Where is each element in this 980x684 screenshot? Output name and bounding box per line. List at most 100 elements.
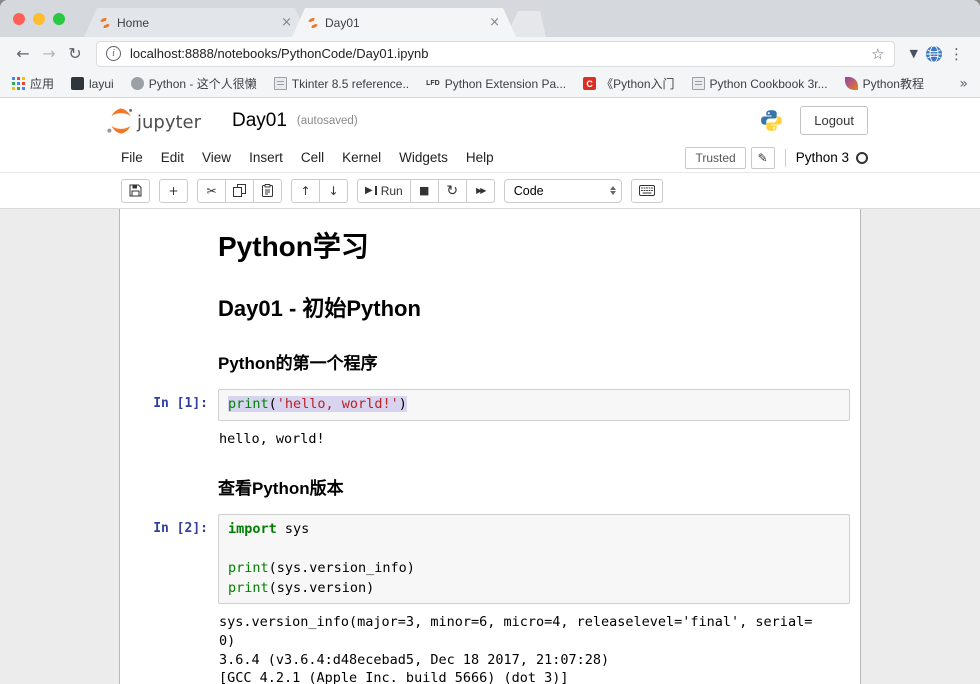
address-bar[interactable]: i localhost:8888/notebooks/PythonCode/Da…: [96, 41, 895, 67]
tab-title: Home: [117, 16, 274, 30]
input-prompt: In [1]:: [120, 389, 218, 453]
tab-title: Day01: [325, 16, 482, 30]
chrome-menu-button[interactable]: ⋮: [949, 45, 964, 63]
bookmark-python-intro[interactable]: C 《Python入门: [583, 75, 674, 92]
bookmark-apps[interactable]: 应用: [12, 75, 54, 92]
bookmark-python-tutorial[interactable]: Python教程: [845, 75, 924, 92]
keyboard-icon: [639, 185, 655, 196]
feather-favicon: [845, 77, 858, 90]
browser-window: Home × Day01 × ← → ↻ i localhost:8888/no…: [0, 0, 980, 684]
empty-prompt: [120, 279, 218, 333]
markdown-cell-version[interactable]: 查看Python版本: [120, 458, 860, 509]
arrow-up-icon: ↑: [300, 184, 310, 198]
move-cell-down-button[interactable]: ↓: [319, 179, 348, 203]
bookmark-cookbook[interactable]: Python Cookbook 3r...: [692, 77, 828, 91]
kernel-name: Python 3: [796, 150, 849, 165]
cut-cell-button[interactable]: ✂: [197, 179, 226, 203]
cell-output: hello, world!: [218, 421, 850, 454]
bookmarks-overflow-icon[interactable]: »: [959, 76, 968, 92]
menu-widgets[interactable]: Widgets: [390, 150, 457, 165]
code-input[interactable]: import sys print(sys.version_info)print(…: [218, 514, 850, 604]
jupyter-toolbar: + ✂ ↑ ↓ ▶ Run: [0, 173, 980, 209]
bookmark-label: layui: [89, 77, 114, 91]
add-cell-button[interactable]: +: [159, 179, 188, 203]
menu-insert[interactable]: Insert: [240, 150, 292, 165]
bookmark-label: Python Cookbook 3r...: [710, 77, 828, 91]
code-cell-2[interactable]: In [2]: import sys print(sys.version_inf…: [120, 509, 860, 684]
kernel-idle-icon: [856, 152, 868, 164]
interrupt-kernel-button[interactable]: ■: [410, 179, 439, 203]
book-favicon: [692, 77, 705, 90]
menu-view[interactable]: View: [193, 150, 240, 165]
menu-kernel[interactable]: Kernel: [333, 150, 390, 165]
cell-type-value: Code: [514, 184, 544, 198]
reload-button[interactable]: ↻: [62, 41, 88, 67]
bookmark-label: Python - 这个人很懒: [149, 75, 257, 92]
bookmark-tkinter[interactable]: Tkinter 8.5 reference..: [274, 77, 409, 91]
globe-extension-icon[interactable]: [925, 45, 943, 63]
notebook-heading-3: Python的第一个程序: [218, 349, 850, 374]
tab-close-icon[interactable]: ×: [489, 16, 500, 29]
menu-edit[interactable]: Edit: [152, 150, 193, 165]
restart-run-all-button[interactable]: ▶▶: [466, 179, 495, 203]
back-button[interactable]: ←: [10, 41, 36, 67]
notebook-scroll-area[interactable]: Python学习 Day01 - 初始Python Python的第一个程序 I…: [0, 209, 980, 684]
bookmark-label: Python教程: [863, 75, 924, 92]
traffic-light-close[interactable]: [13, 13, 25, 25]
browser-tab-home[interactable]: Home ×: [84, 8, 308, 37]
fast-forward-icon: ▶▶: [476, 186, 484, 195]
notebook-title[interactable]: Day01: [232, 110, 287, 132]
edit-mode-pencil-icon: ✎: [751, 147, 775, 169]
restart-kernel-button[interactable]: ↻: [438, 179, 467, 203]
save-icon: [129, 184, 142, 197]
copy-cell-button[interactable]: [225, 179, 254, 203]
forward-icon: →: [42, 44, 55, 63]
command-palette-button[interactable]: [631, 179, 663, 203]
cut-icon: ✂: [206, 184, 216, 198]
browser-tab-day01[interactable]: Day01 ×: [292, 8, 516, 37]
markdown-cell-day01[interactable]: Day01 - 初始Python: [120, 279, 860, 333]
markdown-cell-title[interactable]: Python学习: [120, 215, 860, 279]
jupyter-logo-text: jupyter: [136, 112, 202, 133]
bookmark-lfd[interactable]: LFD Python Extension Pa...: [426, 77, 566, 91]
bookmark-layui[interactable]: layui: [71, 77, 114, 91]
divider: [785, 149, 786, 167]
tab-close-icon[interactable]: ×: [281, 16, 292, 29]
traffic-light-minimize[interactable]: [33, 13, 45, 25]
notebook-heading-1: Python学习: [218, 225, 850, 265]
save-button[interactable]: [121, 179, 150, 203]
menu-file[interactable]: File: [121, 150, 152, 165]
bookmarks-bar: 应用 layui Python - 这个人很懒 Tkinter 8.5 refe…: [0, 70, 980, 98]
reload-icon: ↻: [68, 44, 81, 63]
layui-favicon: [71, 77, 84, 90]
input-prompt: In [2]:: [120, 514, 218, 684]
red-c-favicon: C: [583, 77, 596, 90]
menu-cell[interactable]: Cell: [292, 150, 333, 165]
apps-grid-icon: [12, 77, 25, 90]
url-text[interactable]: localhost:8888/notebooks/PythonCode/Day0…: [130, 46, 871, 61]
logout-button[interactable]: Logout: [800, 106, 868, 135]
code-cell-1[interactable]: In [1]: print('hello, world!') hello, wo…: [120, 384, 860, 458]
markdown-cell-first-program[interactable]: Python的第一个程序: [120, 333, 860, 384]
bookmark-python-blog[interactable]: Python - 这个人很懒: [131, 75, 257, 92]
run-icon: ▶: [365, 185, 373, 196]
trusted-badge[interactable]: Trusted: [685, 147, 745, 169]
extension-triangle-icon[interactable]: ▼: [910, 47, 918, 60]
back-icon: ←: [16, 44, 29, 63]
paste-icon: [261, 184, 274, 197]
bookmark-star-icon[interactable]: ☆: [871, 45, 884, 63]
run-cell-button[interactable]: ▶ Run: [357, 179, 411, 203]
move-cell-up-button[interactable]: ↑: [291, 179, 320, 203]
bookmark-label: Tkinter 8.5 reference..: [292, 77, 409, 91]
site-info-icon[interactable]: i: [106, 46, 121, 61]
forward-button[interactable]: →: [36, 41, 62, 67]
code-input[interactable]: print('hello, world!'): [218, 389, 850, 421]
bookmark-label: Python Extension Pa...: [445, 77, 566, 91]
paste-cell-button[interactable]: [253, 179, 282, 203]
python-logo-icon: [759, 108, 784, 133]
jupyter-logo[interactable]: jupyter: [106, 107, 210, 135]
cell-type-select[interactable]: Code: [504, 179, 622, 203]
menu-help[interactable]: Help: [457, 150, 503, 165]
jupyter-header: jupyter Day01 (autosaved) Logout: [0, 98, 980, 143]
traffic-light-zoom[interactable]: [53, 13, 65, 25]
